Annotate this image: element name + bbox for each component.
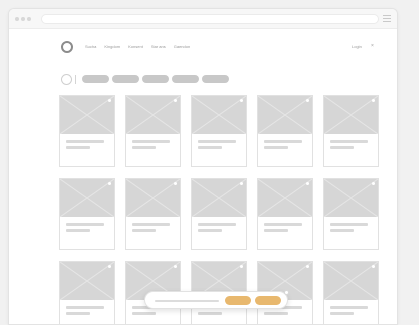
card-subtitle-placeholder (198, 229, 222, 232)
content-card[interactable] (257, 95, 313, 167)
filter-pill[interactable] (112, 75, 139, 83)
card-corner-badge (372, 99, 375, 102)
filter-pills (82, 75, 229, 83)
site-logo[interactable] (61, 41, 73, 53)
filter-pill[interactable] (202, 75, 229, 83)
floating-action-bar (144, 290, 289, 309)
filter-pill[interactable] (82, 75, 109, 83)
content-card[interactable] (125, 178, 181, 250)
card-subtitle-placeholder (66, 146, 90, 149)
card-corner-badge (174, 182, 177, 185)
content-card[interactable] (191, 178, 247, 250)
filter-divider (75, 75, 76, 84)
image-placeholder-icon (324, 262, 378, 300)
card-corner-badge (372, 265, 375, 268)
window-maximize-dot[interactable] (27, 17, 31, 21)
card-subtitle-placeholder (330, 229, 354, 232)
card-title-placeholder (132, 140, 170, 143)
content-card[interactable] (59, 261, 115, 324)
content-card[interactable] (59, 95, 115, 167)
top-nav: Sucha Kingdom Konsent Star ans Gaendon (85, 44, 190, 49)
title-bar (9, 9, 397, 29)
image-placeholder-icon (126, 179, 180, 217)
card-title-placeholder (66, 306, 104, 309)
login-link[interactable]: Login (352, 44, 362, 49)
image-placeholder-icon (60, 96, 114, 134)
search-icon[interactable]: × (371, 44, 374, 49)
address-bar[interactable] (41, 14, 379, 24)
action-button-primary[interactable] (225, 296, 251, 305)
card-corner-badge (240, 182, 243, 185)
card-title-placeholder (330, 306, 368, 309)
card-subtitle-placeholder (132, 229, 156, 232)
window-minimize-dot[interactable] (21, 17, 25, 21)
card-subtitle-placeholder (330, 146, 354, 149)
action-bar-handle[interactable] (284, 290, 289, 295)
image-placeholder-icon (192, 96, 246, 134)
card-corner-badge (240, 99, 243, 102)
card-subtitle-placeholder (198, 312, 222, 315)
card-subtitle-placeholder (132, 312, 156, 315)
hamburger-menu-icon[interactable] (383, 15, 391, 23)
card-title-placeholder (198, 140, 236, 143)
image-placeholder-icon (258, 179, 312, 217)
card-title-placeholder (330, 223, 368, 226)
content-card[interactable] (59, 178, 115, 250)
card-corner-badge (108, 99, 111, 102)
card-subtitle-placeholder (330, 312, 354, 315)
content-card[interactable] (323, 261, 379, 324)
content-card[interactable] (323, 95, 379, 167)
card-subtitle-placeholder (264, 312, 288, 315)
image-placeholder-icon (258, 96, 312, 134)
nav-item-1[interactable]: Sucha (85, 44, 96, 49)
card-corner-badge (306, 182, 309, 185)
nav-item-4[interactable]: Star ans (151, 44, 166, 49)
card-title-placeholder (330, 140, 368, 143)
card-corner-badge (306, 265, 309, 268)
content-card[interactable] (191, 95, 247, 167)
card-corner-badge (174, 265, 177, 268)
card-subtitle-placeholder (132, 146, 156, 149)
content-card[interactable] (125, 95, 181, 167)
card-corner-badge (174, 99, 177, 102)
card-title-placeholder (132, 223, 170, 226)
card-corner-badge (372, 182, 375, 185)
image-placeholder-icon (126, 96, 180, 134)
action-bar-track (155, 300, 219, 302)
image-placeholder-icon (60, 262, 114, 300)
content-card[interactable] (323, 178, 379, 250)
nav-item-3[interactable]: Konsent (128, 44, 143, 49)
image-placeholder-icon (324, 96, 378, 134)
content-card[interactable] (257, 178, 313, 250)
card-corner-badge (108, 265, 111, 268)
back-button[interactable] (61, 74, 72, 85)
card-title-placeholder (66, 140, 104, 143)
card-title-placeholder (198, 223, 236, 226)
nav-item-5[interactable]: Gaendon (174, 44, 190, 49)
card-subtitle-placeholder (66, 229, 90, 232)
card-subtitle-placeholder (264, 229, 288, 232)
card-title-placeholder (66, 223, 104, 226)
card-subtitle-placeholder (198, 146, 222, 149)
browser-window: Sucha Kingdom Konsent Star ans Gaendon L… (8, 8, 398, 325)
image-placeholder-icon (324, 179, 378, 217)
card-title-placeholder (264, 223, 302, 226)
nav-item-2[interactable]: Kingdom (104, 44, 120, 49)
action-button-secondary[interactable] (255, 296, 281, 305)
image-placeholder-icon (60, 179, 114, 217)
window-close-dot[interactable] (15, 17, 19, 21)
filter-pill[interactable] (172, 75, 199, 83)
card-corner-badge (240, 265, 243, 268)
card-corner-badge (108, 182, 111, 185)
filter-pill[interactable] (142, 75, 169, 83)
card-title-placeholder (264, 140, 302, 143)
image-placeholder-icon (192, 179, 246, 217)
card-subtitle-placeholder (264, 146, 288, 149)
card-subtitle-placeholder (66, 312, 90, 315)
card-corner-badge (306, 99, 309, 102)
